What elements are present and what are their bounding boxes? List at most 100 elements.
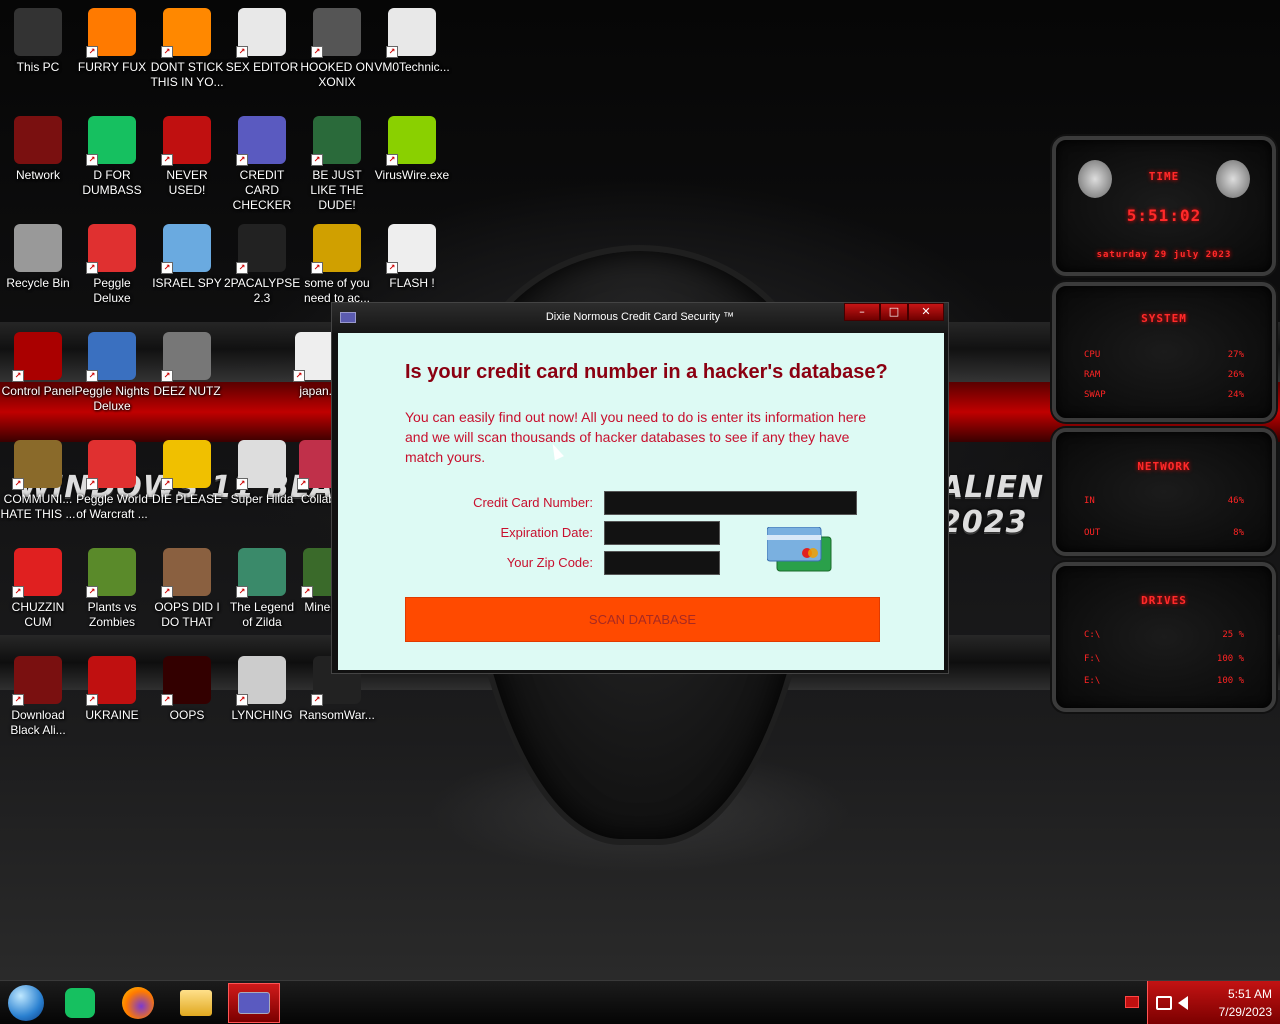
desktop-icon-label: This PC [16, 60, 60, 74]
desktop-icon[interactable]: ↗ VirusWire.exe [374, 116, 450, 183]
desktop-icon[interactable]: ↗ Peggle Nights Deluxe [74, 332, 150, 414]
desktop-icon[interactable]: ↗ ISRAEL SPY [149, 224, 225, 291]
desktop-icon[interactable]: Network [0, 116, 76, 183]
clock-date: 7/29/2023 [1218, 1005, 1272, 1019]
desktop-icon-label: BE JUST LIKE THE DUDE! [310, 168, 364, 212]
close-button[interactable]: ✕ [908, 303, 944, 321]
desktop-icon[interactable]: ↗ UKRAINE [74, 656, 150, 723]
chat-app-icon [65, 988, 95, 1018]
desktop-icon[interactable]: ↗ FURRY FUX [74, 8, 150, 75]
cpu-label: CPU [1084, 350, 1101, 360]
portrait-icon: ↗ [161, 548, 211, 598]
system-gadget-title: SYSTEM [1141, 312, 1187, 325]
credit-card-app-icon [238, 992, 270, 1014]
desktop-icon-label: Peggle World of Warcraft ... [76, 492, 148, 521]
desktop-icon[interactable]: ↗ CHUZZIN CUM [0, 548, 76, 630]
net-in-row: IN 46% [1084, 496, 1244, 506]
flower-icon: ↗ [86, 548, 136, 598]
desktop-icon[interactable]: ↗ D FOR DUMBASS [74, 116, 150, 198]
shortcut-arrow-icon: ↗ [86, 586, 98, 598]
desktop-icon[interactable]: ↗ OOPS [149, 656, 225, 723]
desktop-icon[interactable]: ↗ Peggle Deluxe [74, 224, 150, 306]
chat-icon: ↗ [86, 116, 136, 166]
shortcut-arrow-icon: ↗ [86, 262, 98, 274]
desktop-icon[interactable]: ↗ Download Black Ali... [0, 656, 76, 738]
taskbar-chat-app[interactable] [54, 983, 106, 1023]
shortcut-arrow-icon: ↗ [301, 586, 313, 598]
pixel-hero-icon: ↗ [236, 548, 286, 598]
taskbar: 5:51 AM 7/29/2023 [0, 980, 1280, 1024]
shortcut-arrow-icon: ↗ [311, 694, 323, 706]
shortcut-arrow-icon: ↗ [161, 586, 173, 598]
file-explorer-icon [180, 990, 212, 1016]
desktop-icon[interactable]: ↗ Control Panel [0, 332, 76, 399]
zip-code-input[interactable] [604, 551, 720, 575]
peggle-icon: ↗ [86, 224, 136, 274]
gadget-date: saturday 29 july 2023 [1096, 250, 1232, 260]
expiration-date-input[interactable] [604, 521, 720, 545]
notification-icon[interactable] [1125, 996, 1139, 1008]
volume-icon[interactable] [1178, 996, 1188, 1010]
desktop-icon[interactable]: ↗ CREDIT CARD CHECKER [224, 116, 300, 213]
desktop-icon[interactable]: Recycle Bin [0, 224, 76, 291]
minimize-button[interactable]: – [844, 303, 880, 321]
desktop-icon[interactable]: ↗ DIE PLEASE [149, 440, 225, 507]
vlc-cone-icon: ↗ [161, 8, 211, 58]
drives-gadget: DRIVES C:\ 25 % F:\ 100 % E:\ 100 % [1052, 562, 1276, 712]
taskbar-credit-card-app-active[interactable] [228, 983, 280, 1023]
taskbar-firefox[interactable] [112, 983, 164, 1023]
desktop-icon[interactable]: ↗ Peggle World of Warcraft ... [74, 440, 150, 522]
shortcut-arrow-icon: ↗ [386, 154, 398, 166]
lime-icon: ↗ [386, 116, 436, 166]
shortcut-arrow-icon: ↗ [386, 46, 398, 58]
desktop-icon[interactable]: ↗ FLASH ! [374, 224, 450, 291]
shortcut-arrow-icon: ↗ [86, 46, 98, 58]
shortcut-arrow-icon: ↗ [86, 694, 98, 706]
desktop-icon-label: FURRY FUX [77, 60, 147, 74]
pixel-dog-icon: ↗ [236, 440, 286, 490]
shortcut-arrow-icon: ↗ [12, 694, 24, 706]
desktop-icon[interactable]: ↗ COMMUNI... HATE THIS ... [0, 440, 76, 522]
desktop-icon[interactable]: ↗ DEEZ NUTZ [149, 332, 225, 399]
desktop-icon[interactable]: ↗ BE JUST LIKE THE DUDE! [299, 116, 375, 213]
desktop-icon[interactable]: This PC [0, 8, 76, 75]
window-titlebar[interactable]: Dixie Normous Credit Card Security ™ – □… [332, 303, 948, 333]
desktop-icon[interactable]: ↗ Plants vs Zombies [74, 548, 150, 630]
shortcut-arrow-icon: ↗ [161, 154, 173, 166]
desktop-icon[interactable]: ↗ 2PACALYPSE 2.3 [224, 224, 300, 306]
alien-download-icon: ↗ [12, 656, 62, 706]
taskbar-file-explorer[interactable] [170, 983, 222, 1023]
taskbar-clock[interactable]: 5:51 AM 7/29/2023 [1219, 985, 1272, 1021]
desktop-icon-label: RansomWar... [299, 708, 375, 722]
drive-c-value: 25 % [1222, 630, 1244, 640]
desktop-icon[interactable]: ↗ DONT STICK THIS IN YO... [149, 8, 225, 90]
start-orb-icon [8, 985, 44, 1021]
net-in-label: IN [1084, 496, 1095, 506]
drive-e-row: E:\ 100 % [1084, 676, 1244, 686]
desktop-icon[interactable]: ↗ some of you need to ac... [299, 224, 375, 306]
network-spy-icon: ↗ [161, 224, 211, 274]
desktop-icon-label: Control Panel [1, 384, 75, 398]
maximize-button[interactable]: □ [880, 303, 908, 321]
shortcut-arrow-icon: ↗ [236, 262, 248, 274]
dialog-heading: Is your credit card number in a hacker's… [405, 361, 888, 383]
start-button[interactable] [0, 983, 52, 1023]
desktop-icon-label: SEX EDITOR [225, 60, 299, 74]
shortcut-arrow-icon: ↗ [311, 262, 323, 274]
scan-database-button[interactable]: SCAN DATABASE [405, 597, 880, 642]
net-out-label: OUT [1084, 528, 1101, 538]
desktop-icon-label: OOPS DID I DO THAT [154, 600, 220, 629]
card-number-input[interactable] [604, 491, 857, 515]
desktop-icon[interactable]: ↗ LYNCHING [224, 656, 300, 723]
desktop-icon[interactable]: ↗ OOPS DID I DO THAT [149, 548, 225, 630]
net-out-row: OUT 8% [1084, 528, 1244, 538]
desktop-icon-label: Recycle Bin [6, 276, 70, 290]
ram-value: 26% [1227, 370, 1244, 380]
ram-row: RAM 26% [1084, 370, 1244, 380]
shortcut-arrow-icon: ↗ [236, 586, 248, 598]
desktop-icon[interactable]: ↗ VM0Technic... [374, 8, 450, 75]
desktop-icon[interactable]: ↗ HOOKED ON XONIX [299, 8, 375, 90]
network-tray-icon[interactable] [1156, 996, 1172, 1010]
desktop-icon[interactable]: ↗ NEVER USED! [149, 116, 225, 198]
desktop-icon[interactable]: ↗ SEX EDITOR [224, 8, 300, 75]
